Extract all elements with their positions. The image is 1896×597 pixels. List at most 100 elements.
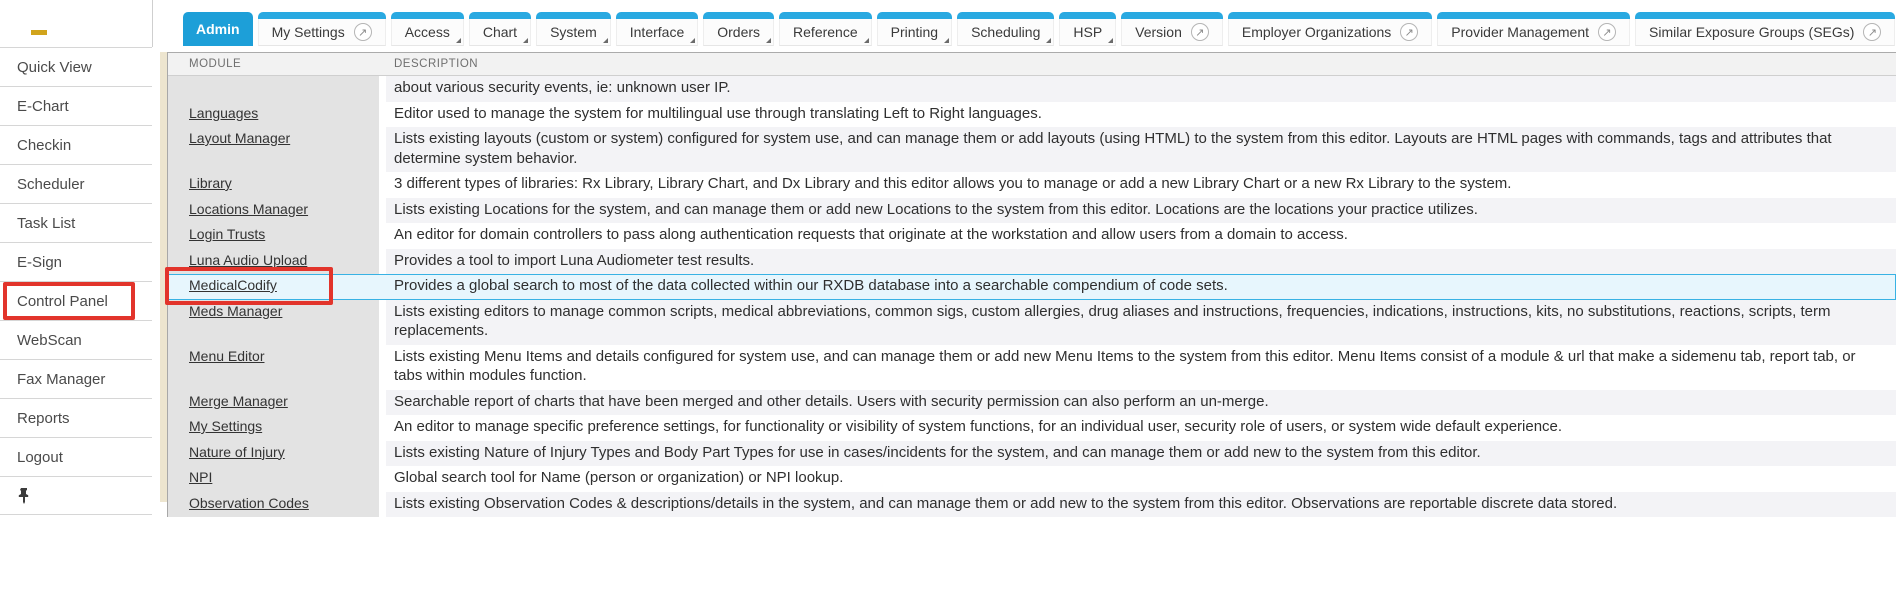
- tab-hsp[interactable]: HSP: [1059, 12, 1116, 46]
- tab-accent-cap: [877, 12, 952, 19]
- sidebar-item-label: Fax Manager: [17, 371, 105, 388]
- dropdown-corner-icon: [864, 38, 869, 43]
- module-link-library[interactable]: Library: [189, 175, 232, 191]
- module-link-meds-manager[interactable]: Meds Manager: [189, 303, 282, 319]
- tab-bar: Admin My Settings↗ Access Chart System I…: [183, 12, 1896, 46]
- sidebar-item-label: Control Panel: [17, 293, 108, 310]
- tab-accent-cap: [1121, 12, 1223, 19]
- module-description: Lists existing layouts (custom or system…: [386, 127, 1896, 172]
- table-row-meds-manager: Meds Manager Lists existing editors to m…: [168, 300, 1896, 345]
- tab-label: Printing: [891, 24, 938, 40]
- tab-version[interactable]: Version ↗: [1121, 12, 1223, 46]
- tab-admin[interactable]: Admin: [183, 12, 253, 46]
- tab-orders[interactable]: Orders: [703, 12, 774, 46]
- tab-system[interactable]: System: [536, 12, 611, 46]
- tab-printing[interactable]: Printing: [877, 12, 952, 46]
- sidebar-item-pin[interactable]: [0, 476, 152, 515]
- tab-access[interactable]: Access: [391, 12, 464, 46]
- tab-label: Employer Organizations: [1242, 24, 1391, 40]
- tab-label: HSP: [1073, 24, 1102, 40]
- module-link-login-trusts[interactable]: Login Trusts: [189, 226, 265, 242]
- table-row-medicalcodify-highlighted: MedicalCodify Provides a global search t…: [168, 274, 1896, 300]
- module-link-observation-codes[interactable]: Observation Codes: [189, 495, 309, 511]
- sidebar-menu: Quick View E-Chart Checkin Scheduler Tas…: [0, 47, 152, 515]
- module-description: Lists existing editors to manage common …: [386, 300, 1896, 345]
- module-link-locations-manager[interactable]: Locations Manager: [189, 201, 308, 217]
- module-link-languages[interactable]: Languages: [189, 105, 258, 121]
- table-row-layout-manager: Layout Manager Lists existing layouts (c…: [168, 127, 1896, 172]
- module-link-layout-manager[interactable]: Layout Manager: [189, 130, 290, 146]
- module-cell: Nature of Injury: [168, 441, 386, 467]
- sidebar-item-label: Scheduler: [17, 176, 85, 193]
- module-link-merge-manager[interactable]: Merge Manager: [189, 393, 288, 409]
- module-description: Provides a global search to most of the …: [386, 274, 1896, 300]
- tab-label: Version: [1135, 24, 1182, 40]
- tab-reference[interactable]: Reference: [779, 12, 872, 46]
- sidebar-item-logout[interactable]: Logout: [0, 437, 152, 476]
- dropdown-corner-icon: [1046, 38, 1051, 43]
- popout-icon[interactable]: ↗: [1400, 23, 1418, 41]
- table-row-nature-of-injury: Nature of Injury Lists existing Nature o…: [168, 441, 1896, 467]
- popout-icon[interactable]: ↗: [354, 23, 372, 41]
- module-link-medicalcodify[interactable]: MedicalCodify: [189, 277, 277, 293]
- module-link-npi[interactable]: NPI: [189, 469, 212, 485]
- module-description: Global search tool for Name (person or o…: [386, 466, 1896, 492]
- sidebar-divider: [152, 0, 153, 47]
- tab-provider-management[interactable]: Provider Management ↗: [1437, 12, 1630, 46]
- tab-scheduling[interactable]: Scheduling: [957, 12, 1054, 46]
- module-link-my-settings[interactable]: My Settings: [189, 418, 262, 434]
- dropdown-corner-icon: [456, 38, 461, 43]
- module-link-nature-of-injury[interactable]: Nature of Injury: [189, 444, 285, 460]
- tab-accent-cap: [1059, 12, 1116, 19]
- sidebar-item-e-sign[interactable]: E-Sign: [0, 242, 152, 281]
- module-cell: Login Trusts: [168, 223, 386, 249]
- sidebar-item-quick-view[interactable]: Quick View: [0, 47, 152, 86]
- popout-icon[interactable]: ↗: [1598, 23, 1616, 41]
- module-description: Provides a tool to import Luna Audiomete…: [386, 249, 1896, 275]
- app-window: Quick View E-Chart Checkin Scheduler Tas…: [0, 0, 1896, 597]
- sidebar-item-e-chart[interactable]: E-Chart: [0, 86, 152, 125]
- popout-icon[interactable]: ↗: [1191, 23, 1209, 41]
- column-header-module[interactable]: MODULE: [168, 58, 386, 70]
- sidebar-item-task-list[interactable]: Task List: [0, 203, 152, 242]
- tab-label: Similar Exposure Groups (SEGs): [1649, 24, 1854, 40]
- tab-label: Provider Management: [1451, 24, 1589, 40]
- column-header-description[interactable]: DESCRIPTION: [386, 58, 1896, 70]
- sidebar-item-webscan[interactable]: WebScan: [0, 320, 152, 359]
- module-description: Lists existing Locations for the system,…: [386, 198, 1896, 224]
- sidebar-item-control-panel[interactable]: Control Panel: [0, 281, 152, 320]
- table-row-library: Library 3 different types of libraries: …: [168, 172, 1896, 198]
- sidebar-scroll-fragment: [31, 30, 47, 35]
- module-description: Lists existing Observation Codes & descr…: [386, 492, 1896, 518]
- tab-interface[interactable]: Interface: [616, 12, 698, 46]
- tab-similar-exposure-groups[interactable]: Similar Exposure Groups (SEGs) ↗: [1635, 12, 1895, 46]
- table-row-languages: Languages Editor used to manage the syst…: [168, 102, 1896, 128]
- table-row-partial: about various security events, ie: unkno…: [168, 76, 1896, 102]
- tab-accent-cap: [391, 12, 464, 19]
- dropdown-corner-icon: [603, 38, 608, 43]
- module-link-luna-audio-upload[interactable]: Luna Audio Upload: [189, 252, 307, 268]
- module-link-menu-editor[interactable]: Menu Editor: [189, 348, 264, 364]
- module-cell: [168, 76, 386, 102]
- module-description: Searchable report of charts that have be…: [386, 390, 1896, 416]
- table-row-my-settings: My Settings An editor to manage specific…: [168, 415, 1896, 441]
- sidebar-item-reports[interactable]: Reports: [0, 398, 152, 437]
- tab-accent-cap: [957, 12, 1054, 19]
- tab-chart[interactable]: Chart: [469, 12, 531, 46]
- table-row-menu-editor: Menu Editor Lists existing Menu Items an…: [168, 345, 1896, 390]
- sidebar-item-label: WebScan: [17, 332, 82, 349]
- sidebar-item-scheduler[interactable]: Scheduler: [0, 164, 152, 203]
- tab-label: System: [550, 24, 597, 40]
- module-description: Lists existing Menu Items and details co…: [386, 345, 1896, 390]
- tab-my-settings[interactable]: My Settings↗: [258, 12, 386, 46]
- module-cell: Merge Manager: [168, 390, 386, 416]
- tab-employer-organizations[interactable]: Employer Organizations ↗: [1228, 12, 1432, 46]
- module-cell: Languages: [168, 102, 386, 128]
- sidebar-item-fax-manager[interactable]: Fax Manager: [0, 359, 152, 398]
- table-row-merge-manager: Merge Manager Searchable report of chart…: [168, 390, 1896, 416]
- popout-icon[interactable]: ↗: [1863, 23, 1881, 41]
- tab-label: Orders: [717, 24, 760, 40]
- dropdown-corner-icon: [1108, 38, 1113, 43]
- sidebar-item-checkin[interactable]: Checkin: [0, 125, 152, 164]
- tab-label: Reference: [793, 24, 858, 40]
